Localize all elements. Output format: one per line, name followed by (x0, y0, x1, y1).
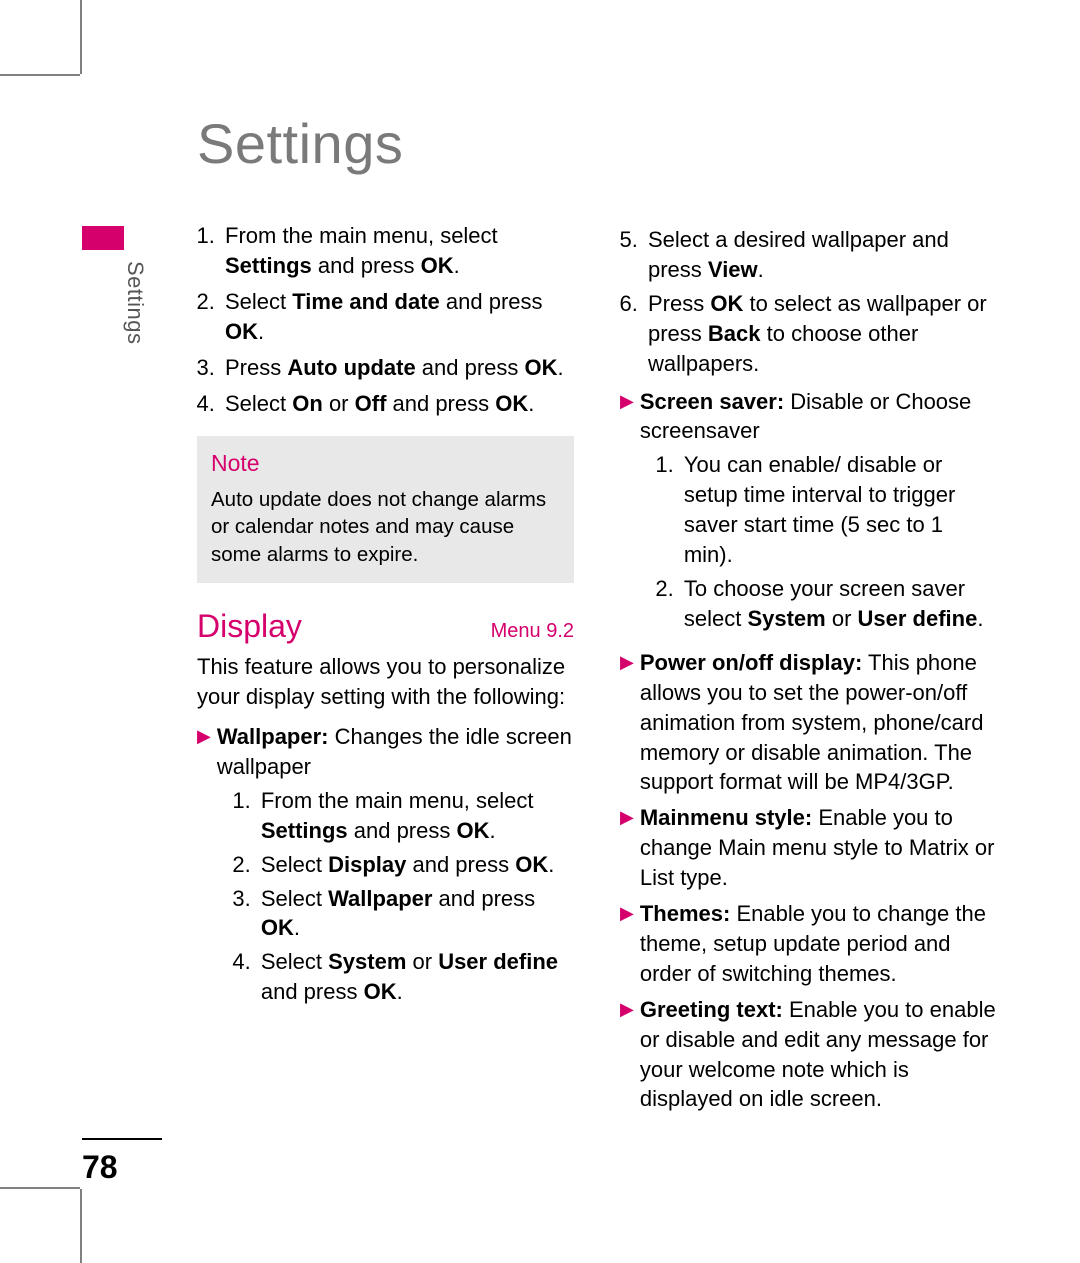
page-number: 78 (82, 1149, 118, 1186)
list-item: You can enable/ disable or setup time in… (680, 450, 997, 570)
list-item: From the main menu, select Settings and … (257, 786, 574, 846)
list-item: To choose your screen saver select Syste… (680, 574, 997, 634)
list-item: Select On or Off and press OK. (221, 389, 574, 419)
list-item: Select a desired wallpaper and press Vie… (644, 225, 997, 285)
play-icon: ▶ (197, 722, 211, 1015)
auto-update-steps: From the main menu, select Settings and … (197, 221, 574, 418)
play-icon: ▶ (620, 803, 634, 893)
list-item: From the main menu, select Settings and … (221, 221, 574, 281)
crop-mark (80, 1189, 82, 1263)
play-icon: ▶ (620, 995, 634, 1115)
play-icon: ▶ (620, 387, 634, 642)
list-item: Select Display and press OK. (257, 850, 574, 880)
section-header: Display Menu 9.2 (197, 605, 574, 649)
right-column: Select a desired wallpaper and press Vie… (620, 221, 997, 1120)
page-title: Settings (197, 111, 403, 176)
screensaver-steps: You can enable/ disable or setup time in… (640, 450, 997, 633)
note-title: Note (211, 448, 560, 479)
bullet-greeting: ▶ Greeting text: Enable you to enable or… (620, 995, 997, 1115)
page-number-rule (82, 1138, 162, 1140)
manual-page: Settings Settings 78 From the main menu,… (82, 76, 1012, 1186)
wallpaper-steps-cont: Select a desired wallpaper and press Vie… (620, 225, 997, 379)
play-icon: ▶ (620, 899, 634, 989)
play-icon: ▶ (620, 648, 634, 798)
list-item: Select Time and date and press OK. (221, 287, 574, 347)
side-section-label: Settings (122, 261, 148, 345)
list-item: Press Auto update and press OK. (221, 353, 574, 383)
crop-mark (0, 1187, 80, 1189)
section-name: Display (197, 605, 302, 649)
bullet-power: ▶ Power on/off display: This phone allow… (620, 648, 997, 798)
accent-bar (82, 226, 124, 250)
crop-mark (80, 0, 82, 74)
crop-mark (0, 74, 80, 76)
list-item: Press OK to select as wallpaper or press… (644, 289, 997, 379)
bullet-themes: ▶ Themes: Enable you to change the theme… (620, 899, 997, 989)
list-item: Select System or User define and press O… (257, 947, 574, 1007)
section-intro: This feature allows you to personalize y… (197, 652, 574, 712)
bullet-screensaver: ▶ Screen saver: Disable or Choose screen… (620, 387, 997, 642)
section-menu-ref: Menu 9.2 (491, 618, 574, 645)
bullet-wallpaper: ▶ Wallpaper: Changes the idle screen wal… (197, 722, 574, 1015)
note-text: Auto update does not change alarms or ca… (211, 486, 560, 569)
wallpaper-steps: From the main menu, select Settings and … (217, 786, 574, 1007)
list-item: Select Wallpaper and press OK. (257, 884, 574, 944)
note-box: Note Auto update does not change alarms … (197, 436, 574, 582)
content-columns: From the main menu, select Settings and … (197, 221, 997, 1120)
left-column: From the main menu, select Settings and … (197, 221, 574, 1120)
bullet-mainmenu: ▶ Mainmenu style: Enable you to change M… (620, 803, 997, 893)
